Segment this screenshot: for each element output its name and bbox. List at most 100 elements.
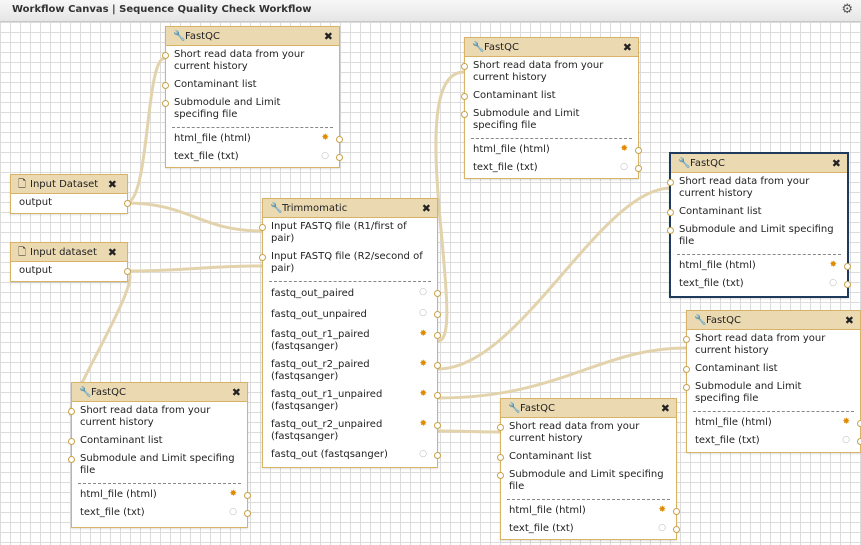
output-terminal[interactable] bbox=[434, 452, 441, 459]
output-text-file[interactable]: text_file (txt) ○ bbox=[166, 148, 343, 166]
circle-icon[interactable]: ○ bbox=[829, 279, 837, 288]
trimmomatic-node[interactable]: 🔧Trimmomatic ✖ Input FASTQ file (R1/firs… bbox=[259, 198, 441, 468]
close-icon[interactable]: ✖ bbox=[108, 243, 117, 262]
output-dataset[interactable]: output bbox=[11, 194, 131, 212]
output-terminal[interactable] bbox=[124, 200, 131, 207]
output-fastq-out-r1-unpaired[interactable]: fastq_out_r1_unpaired (fastqsanger) ✸ bbox=[263, 386, 441, 416]
output-html-file[interactable]: html_file (html) ✸ bbox=[72, 486, 251, 504]
output-text-file[interactable]: text_file (txt) ○ bbox=[72, 504, 251, 522]
output-html-file[interactable]: html_file (html) ✸ bbox=[166, 130, 343, 148]
input-short-read[interactable]: Short read data from your current histor… bbox=[667, 173, 847, 203]
output-terminal[interactable] bbox=[844, 263, 851, 270]
input-fastq-r2[interactable]: Input FASTQ file (R2/second of pair) bbox=[259, 248, 437, 278]
input-contaminant-list[interactable]: Contaminant list bbox=[667, 203, 847, 221]
node-header[interactable]: 🗋 Input dataset ✖ bbox=[11, 243, 127, 262]
close-icon[interactable]: ✖ bbox=[422, 199, 431, 218]
output-html-file[interactable]: html_file (html) ✸ bbox=[501, 502, 680, 520]
output-terminal[interactable] bbox=[336, 154, 343, 161]
input-short-read[interactable]: Short read data from your current histor… bbox=[683, 330, 860, 360]
input-submodule-limit[interactable]: Submodule and Limit specifing file bbox=[497, 466, 676, 496]
circle-icon[interactable]: ○ bbox=[419, 309, 427, 318]
star-icon[interactable]: ✸ bbox=[419, 330, 427, 339]
output-fastq-out-r2-unpaired[interactable]: fastq_out_r2_unpaired (fastqsanger) ✸ bbox=[263, 416, 441, 446]
output-text-file[interactable]: text_file (txt) ○ bbox=[687, 432, 861, 450]
close-icon[interactable]: ✖ bbox=[324, 27, 333, 46]
output-terminal[interactable] bbox=[244, 492, 251, 499]
input-submodule-limit[interactable]: Submodule and Limit specifing file bbox=[162, 94, 339, 124]
circle-icon[interactable]: ○ bbox=[842, 436, 850, 445]
output-terminal[interactable] bbox=[244, 510, 251, 517]
output-text-file[interactable]: text_file (txt) ○ bbox=[671, 275, 851, 293]
star-icon[interactable]: ✸ bbox=[419, 390, 427, 399]
input-submodule-limit[interactable]: Submodule and Limit specifing file bbox=[683, 378, 860, 408]
input-fastq-r1[interactable]: Input FASTQ file (R1/first of pair) bbox=[259, 218, 437, 248]
node-header[interactable]: 🔧FastQC ✖ bbox=[72, 383, 247, 402]
fastqc-node-3-selected[interactable]: 🔧FastQC ✖ Short read data from your curr… bbox=[667, 152, 851, 298]
close-icon[interactable]: ✖ bbox=[108, 175, 117, 194]
output-terminal[interactable] bbox=[673, 508, 680, 515]
star-icon[interactable]: ✸ bbox=[620, 145, 628, 154]
close-icon[interactable]: ✖ bbox=[232, 383, 241, 402]
output-terminal[interactable] bbox=[434, 311, 441, 318]
output-terminal[interactable] bbox=[336, 136, 343, 143]
input-short-read[interactable]: Short read data from your current histor… bbox=[162, 46, 339, 76]
output-terminal[interactable] bbox=[844, 281, 851, 288]
fastqc-node-4[interactable]: 🔧FastQC ✖ Short read data from your curr… bbox=[683, 310, 861, 453]
node-header[interactable]: 🗋 Input Dataset ✖ bbox=[11, 175, 127, 194]
star-icon[interactable]: ✸ bbox=[419, 420, 427, 429]
input-dataset-node-1[interactable]: 🗋 Input Dataset ✖ output bbox=[10, 174, 131, 214]
circle-icon[interactable]: ○ bbox=[658, 524, 666, 533]
circle-icon[interactable]: ○ bbox=[419, 450, 427, 459]
input-contaminant-list[interactable]: Contaminant list bbox=[461, 87, 638, 105]
node-header[interactable]: 🔧FastQC ✖ bbox=[671, 154, 847, 173]
node-header[interactable]: 🔧FastQC ✖ bbox=[465, 38, 638, 57]
node-header[interactable]: 🔧FastQC ✖ bbox=[166, 27, 339, 46]
output-fastq-out-unpaired[interactable]: fastq_out_unpaired ○ bbox=[263, 305, 441, 326]
fastqc-node-1[interactable]: 🔧FastQC ✖ Short read data from your curr… bbox=[162, 26, 343, 168]
input-short-read[interactable]: Short read data from your current histor… bbox=[461, 57, 638, 87]
star-icon[interactable]: ✸ bbox=[829, 261, 837, 270]
input-submodule-limit[interactable]: Submodule and Limit specifing file bbox=[461, 105, 638, 135]
output-html-file[interactable]: html_file (html) ✸ bbox=[671, 257, 851, 275]
output-fastq-out[interactable]: fastq_out (fastqsanger) ○ bbox=[263, 446, 441, 464]
output-terminal[interactable] bbox=[434, 392, 441, 399]
close-icon[interactable]: ✖ bbox=[832, 154, 841, 173]
output-text-file[interactable]: text_file (txt) ○ bbox=[501, 520, 680, 538]
input-submodule-limit[interactable]: Submodule and Limit specifing file bbox=[68, 450, 247, 480]
input-short-read[interactable]: Short read data from your current histor… bbox=[497, 418, 676, 448]
node-header[interactable]: 🔧FastQC ✖ bbox=[501, 399, 676, 418]
output-terminal[interactable] bbox=[434, 362, 441, 369]
star-icon[interactable]: ✸ bbox=[842, 418, 850, 427]
output-terminal[interactable] bbox=[434, 332, 441, 339]
close-icon[interactable]: ✖ bbox=[661, 399, 670, 418]
output-fastq-out-r2-paired[interactable]: fastq_out_r2_paired (fastqsanger) ✸ bbox=[263, 356, 441, 386]
input-contaminant-list[interactable]: Contaminant list bbox=[683, 360, 860, 378]
star-icon[interactable]: ✸ bbox=[321, 134, 329, 143]
circle-icon[interactable]: ○ bbox=[229, 508, 237, 517]
circle-icon[interactable]: ○ bbox=[620, 163, 628, 172]
star-icon[interactable]: ✸ bbox=[658, 506, 666, 515]
output-terminal[interactable] bbox=[857, 420, 861, 427]
output-terminal[interactable] bbox=[673, 526, 680, 533]
star-icon[interactable]: ✸ bbox=[419, 360, 427, 369]
input-contaminant-list[interactable]: Contaminant list bbox=[497, 448, 676, 466]
close-icon[interactable]: ✖ bbox=[623, 38, 632, 57]
fastqc-node-6[interactable]: 🔧FastQC ✖ Short read data from your curr… bbox=[497, 398, 680, 540]
output-fastq-out-r1-paired[interactable]: fastq_out_r1_paired (fastqsanger) ✸ bbox=[263, 326, 441, 356]
fastqc-node-5[interactable]: 🔧FastQC ✖ Short read data from your curr… bbox=[68, 382, 251, 528]
node-header[interactable]: 🔧FastQC ✖ bbox=[687, 311, 860, 330]
output-terminal[interactable] bbox=[124, 268, 131, 275]
fastqc-node-2[interactable]: 🔧FastQC ✖ Short read data from your curr… bbox=[461, 37, 642, 179]
output-terminal[interactable] bbox=[857, 438, 861, 445]
input-contaminant-list[interactable]: Contaminant list bbox=[68, 432, 247, 450]
output-terminal[interactable] bbox=[635, 147, 642, 154]
circle-icon[interactable]: ○ bbox=[419, 288, 427, 297]
input-submodule-limit[interactable]: Submodule and Limit specifing file bbox=[667, 221, 847, 251]
output-text-file[interactable]: text_file (txt) ○ bbox=[465, 159, 642, 177]
gear-icon[interactable]: ⚙ bbox=[841, 2, 853, 17]
output-html-file[interactable]: html_file (html) ✸ bbox=[465, 141, 642, 159]
close-icon[interactable]: ✖ bbox=[845, 311, 854, 330]
output-dataset[interactable]: output bbox=[11, 262, 131, 280]
output-terminal[interactable] bbox=[434, 290, 441, 297]
star-icon[interactable]: ✸ bbox=[229, 490, 237, 499]
